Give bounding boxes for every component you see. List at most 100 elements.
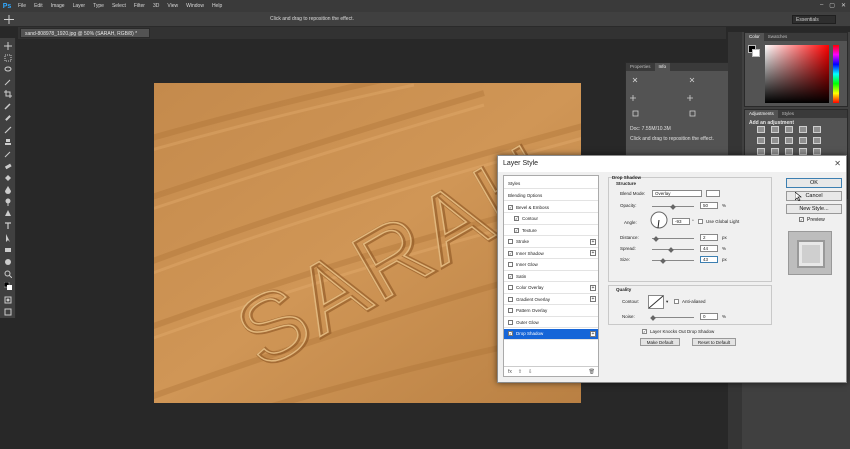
tab-properties[interactable]: Properties — [626, 63, 655, 71]
style-checkbox[interactable]: ✓ — [514, 216, 519, 221]
brightness-contrast-icon[interactable] — [757, 126, 765, 133]
style-checkbox[interactable] — [508, 285, 513, 290]
eyedropper-tool-icon[interactable] — [4, 102, 12, 110]
contour-picker[interactable] — [648, 295, 664, 309]
trash-icon[interactable]: 🗑 — [589, 369, 595, 375]
new-style-button[interactable]: New Style... — [786, 204, 842, 214]
angle-field[interactable]: -93 — [672, 218, 690, 225]
contour-dropdown-icon[interactable]: ▾ — [666, 299, 668, 305]
style-checkbox[interactable]: ✓ — [508, 273, 513, 279]
style-item[interactable]: Pattern Overlay — [504, 306, 598, 317]
menu-window[interactable]: Window — [182, 3, 208, 9]
add-style-icon[interactable]: + — [590, 250, 596, 256]
style-item[interactable]: Stroke + — [504, 237, 598, 248]
path-selection-tool-icon[interactable] — [4, 234, 12, 242]
screen-mode-icon[interactable] — [4, 308, 12, 316]
levels-icon[interactable] — [771, 126, 779, 133]
style-checkbox[interactable] — [508, 308, 513, 313]
pen-tool-icon[interactable] — [4, 210, 12, 218]
dodge-tool-icon[interactable] — [4, 198, 12, 206]
blend-mode-select[interactable]: Overlay — [652, 190, 702, 197]
menu-image[interactable]: Image — [47, 3, 69, 9]
photo-filter-icon[interactable] — [799, 137, 807, 144]
gradient-map-icon[interactable] — [799, 148, 807, 155]
history-brush-tool-icon[interactable] — [4, 150, 12, 158]
clone-stamp-tool-icon[interactable] — [4, 138, 12, 146]
eraser-tool-icon[interactable] — [4, 162, 12, 170]
vibrance-icon[interactable] — [813, 126, 821, 133]
opacity-field[interactable]: 50 — [700, 202, 718, 209]
foreground-color-swatch[interactable] — [3, 281, 12, 290]
add-style-icon[interactable]: + — [590, 284, 596, 291]
document-tab[interactable]: sand-808978_1920.jpg @ 50% (SARAH, RGB/8… — [20, 28, 150, 38]
menu-select[interactable]: Select — [108, 3, 130, 9]
noise-slider[interactable] — [652, 317, 694, 318]
hand-tool-icon[interactable] — [4, 258, 12, 266]
hue-slider[interactable] — [833, 45, 839, 103]
style-item[interactable]: Inner Glow — [504, 260, 598, 271]
preview-checkbox[interactable]: ✓ — [799, 217, 804, 222]
style-item[interactable]: ✓ Texture — [504, 225, 598, 236]
marquee-tool-icon[interactable] — [4, 54, 12, 62]
style-item[interactable]: ✓ Bevel & Emboss — [504, 202, 598, 213]
healing-brush-tool-icon[interactable] — [4, 114, 12, 122]
fx-icon[interactable]: fx — [508, 369, 512, 375]
quick-select-tool-icon[interactable] — [4, 78, 12, 86]
distance-field[interactable]: 2 — [700, 234, 718, 241]
quick-mask-icon[interactable] — [4, 296, 12, 304]
workspace-select[interactable]: Essentials — [792, 15, 836, 24]
size-slider[interactable] — [652, 260, 694, 261]
exposure-icon[interactable] — [799, 126, 807, 133]
hue-saturation-icon[interactable] — [757, 137, 765, 144]
style-item[interactable]: ✓ Inner Shadow + — [504, 248, 598, 259]
zoom-tool-icon[interactable] — [4, 270, 13, 279]
menu-type[interactable]: Type — [89, 3, 108, 9]
selective-color-icon[interactable] — [813, 148, 821, 155]
tab-swatches[interactable]: Swatches — [764, 33, 792, 41]
menu-layer[interactable]: Layer — [69, 3, 90, 9]
angle-dial[interactable] — [650, 211, 668, 229]
blending-options[interactable]: Blending Options — [504, 190, 598, 201]
menu-edit[interactable]: Edit — [30, 3, 47, 9]
tab-color[interactable]: Color — [745, 33, 764, 41]
tab-info[interactable]: Info — [654, 63, 671, 71]
paint-bucket-tool-icon[interactable] — [4, 174, 12, 182]
type-tool-icon[interactable] — [4, 222, 12, 230]
brush-tool-icon[interactable] — [4, 126, 12, 134]
maximize-icon[interactable]: ▢ — [829, 2, 835, 9]
background-color[interactable] — [752, 49, 760, 57]
use-global-light-checkbox[interactable] — [698, 219, 703, 224]
style-checkbox[interactable] — [508, 319, 513, 325]
style-checkbox[interactable] — [508, 239, 513, 244]
move-down-icon[interactable]: ⇩ — [528, 369, 532, 375]
rectangle-tool-icon[interactable] — [4, 246, 12, 254]
minimize-icon[interactable]: – — [820, 2, 823, 9]
style-item[interactable]: Gradient Overlay + — [504, 294, 598, 305]
shadow-color-swatch[interactable] — [706, 190, 720, 197]
make-default-button[interactable]: Make Default — [640, 338, 680, 346]
lasso-tool-icon[interactable] — [4, 66, 12, 74]
noise-field[interactable]: 0 — [700, 313, 718, 320]
tab-adjustments[interactable]: Adjustments — [745, 110, 778, 118]
style-item[interactable]: Color Overlay + — [504, 283, 598, 294]
ok-button[interactable]: OK — [786, 178, 842, 188]
style-checkbox[interactable] — [508, 296, 513, 302]
menu-help[interactable]: Help — [208, 3, 226, 9]
knockout-checkbox[interactable]: ✓ — [642, 329, 647, 334]
posterize-icon[interactable] — [771, 148, 779, 155]
color-balance-icon[interactable] — [771, 137, 779, 144]
add-style-icon[interactable]: + — [590, 296, 596, 302]
color-field[interactable] — [765, 45, 829, 103]
move-tool-icon[interactable] — [4, 42, 12, 50]
style-checkbox[interactable]: ✓ — [508, 331, 513, 336]
menu-file[interactable]: File — [14, 3, 30, 9]
style-item[interactable]: Outer Glow — [504, 317, 598, 328]
size-field[interactable]: 43 — [700, 256, 718, 263]
invert-icon[interactable] — [757, 148, 765, 155]
add-style-icon[interactable]: + — [590, 330, 596, 337]
style-checkbox[interactable]: ✓ — [514, 227, 519, 233]
style-item[interactable]: ✓ Contour — [504, 214, 598, 225]
close-icon[interactable]: ✕ — [841, 2, 846, 9]
reset-default-button[interactable]: Reset to Default — [692, 338, 736, 346]
menu-3d[interactable]: 3D — [149, 3, 163, 9]
